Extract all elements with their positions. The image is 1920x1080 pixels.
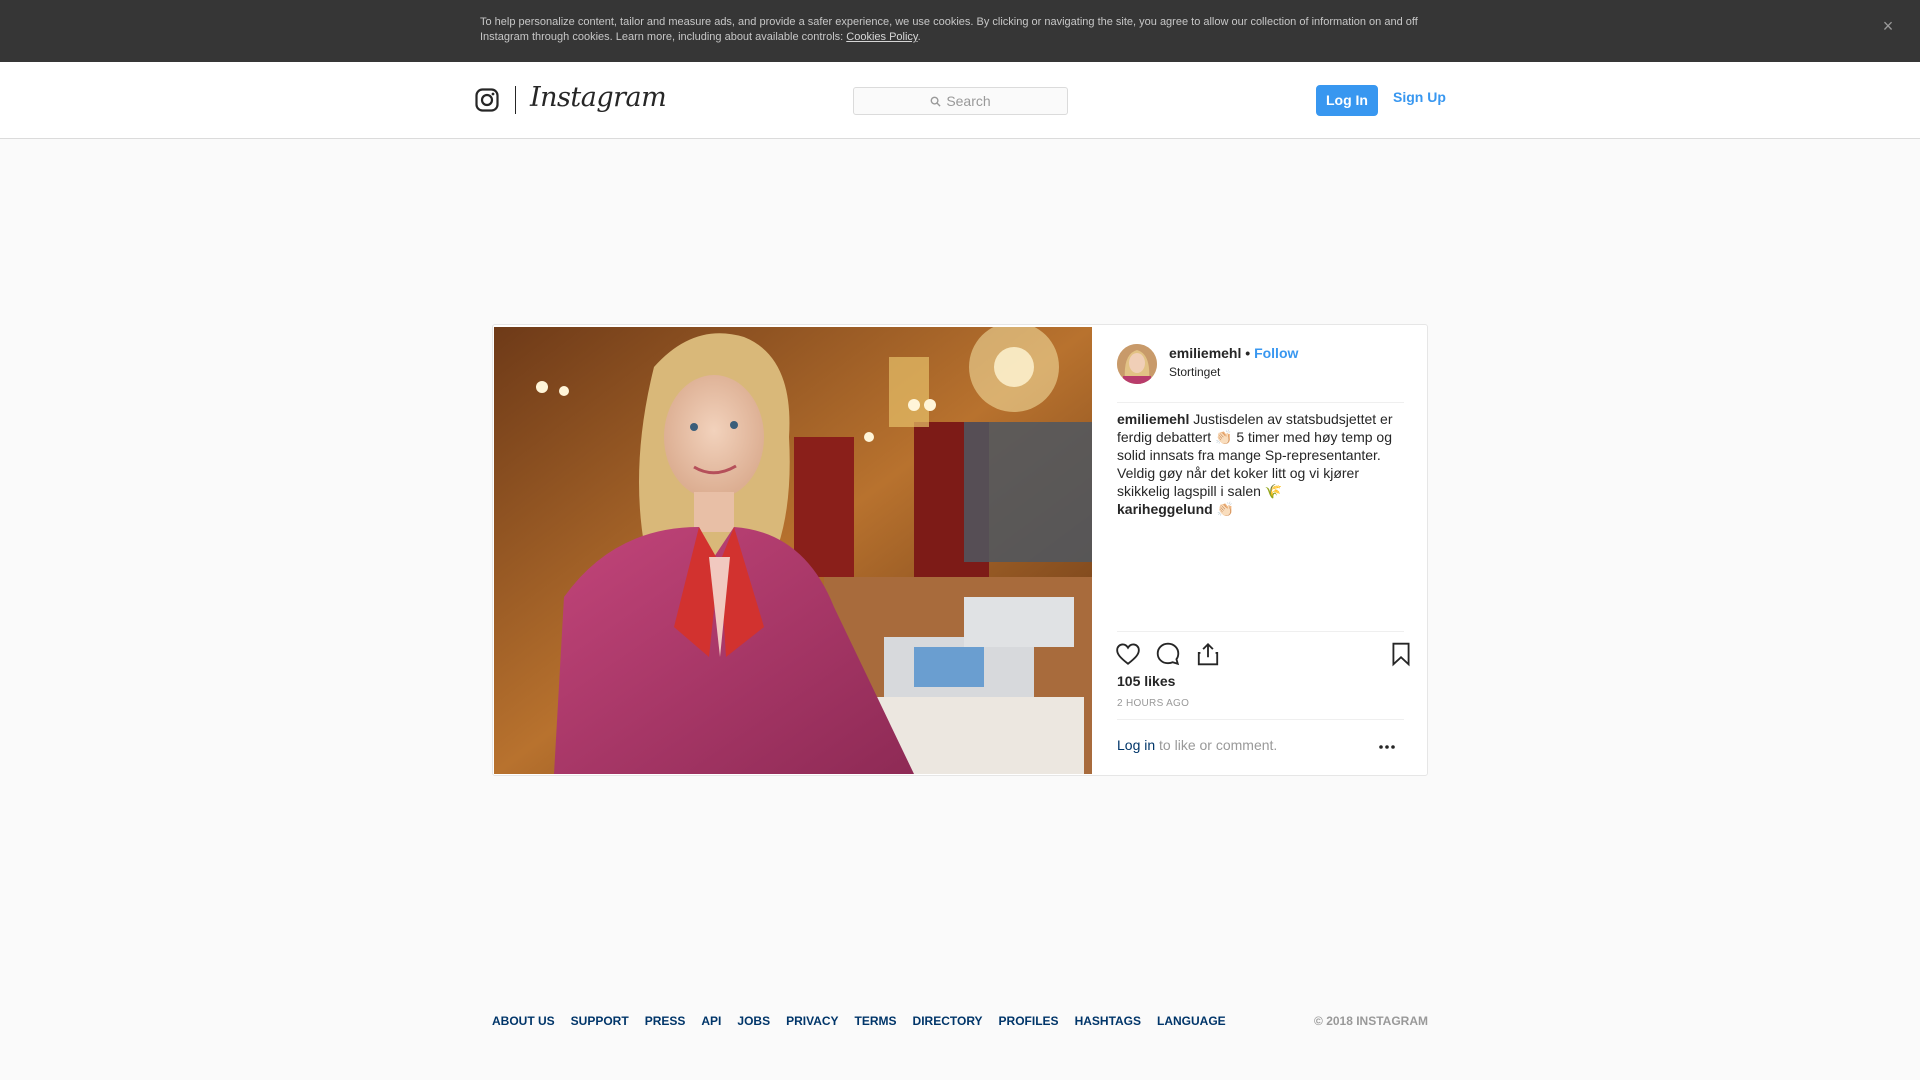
login-link[interactable]: Log in [1117,737,1155,753]
caption-username[interactable]: emiliemehl [1117,411,1189,427]
footer-nav: ABOUT US SUPPORT PRESS API JOBS PRIVACY … [492,1014,1428,1028]
cookie-banner: To help personalize content, tailor and … [0,0,1920,62]
footer: ABOUT US SUPPORT PRESS API JOBS PRIVACY … [492,1014,1428,1034]
post-photo[interactable] [494,327,1092,774]
post-username[interactable]: emiliemehl [1169,345,1241,361]
avatar[interactable] [1117,344,1157,384]
cookies-policy-link[interactable]: Cookies Policy [846,31,917,43]
instagram-wordmark[interactable]: Instagram [530,82,667,113]
divider [1117,631,1404,632]
footer-link-api[interactable]: API [701,1014,721,1028]
logo-divider [515,86,516,114]
search-input[interactable]: Search [853,87,1068,115]
separator-dot: • [1241,345,1255,361]
instagram-camera-icon[interactable] [475,88,499,112]
login-button[interactable]: Log In [1316,85,1378,116]
post-header: emiliemehl • Follow [1169,345,1298,361]
login-prompt-text: to like or comment. [1155,737,1278,753]
divider [1117,402,1404,403]
post-photo-art [494,327,1092,774]
footer-link-about-us[interactable]: ABOUT US [492,1014,555,1028]
footer-link-privacy[interactable]: PRIVACY [786,1014,838,1028]
share-icon[interactable] [1195,641,1221,667]
post-caption: emiliemehl Justisdelen av statsbudsjette… [1117,410,1407,518]
mention-line: kariheggelund 👏🏻 [1117,500,1407,518]
search-icon [930,96,941,107]
follow-button[interactable]: Follow [1254,345,1298,361]
footer-link-terms[interactable]: TERMS [855,1014,897,1028]
heart-icon[interactable] [1115,641,1141,667]
copyright: © 2018 INSTAGRAM [1314,1014,1428,1028]
cookie-trailing: . [917,31,921,43]
avatar-art [1117,344,1157,384]
post-card: emiliemehl • Follow Stortinget emiliemeh… [492,324,1428,776]
search-placeholder: Search [946,93,991,109]
mention-username[interactable]: kariheggelund [1117,501,1213,517]
cookie-message: To help personalize content, tailor and … [480,16,1418,43]
bookmark-icon[interactable] [1388,641,1414,667]
footer-link-language[interactable]: LANGUAGE [1157,1014,1226,1028]
footer-link-hashtags[interactable]: HASHTAGS [1075,1014,1141,1028]
top-navbar: Instagram Search Log In Sign Up [0,62,1920,139]
footer-link-profiles[interactable]: PROFILES [999,1014,1059,1028]
signup-link[interactable]: Sign Up [1393,89,1446,105]
footer-link-support[interactable]: SUPPORT [571,1014,629,1028]
post-sidebar: emiliemehl • Follow Stortinget emiliemeh… [1093,325,1428,775]
post-timestamp[interactable]: 2 HOURS AGO [1117,698,1189,709]
divider [1117,719,1404,720]
login-prompt: Log in to like or comment. [1117,737,1277,753]
comment-icon[interactable] [1155,641,1181,667]
close-icon[interactable]: × [1878,16,1898,36]
mention-emoji: 👏🏻 [1212,501,1235,517]
footer-link-directory[interactable]: DIRECTORY [913,1014,983,1028]
footer-link-jobs[interactable]: JOBS [737,1014,770,1028]
cookie-text: To help personalize content, tailor and … [480,15,1440,45]
likes-count[interactable]: 105 likes [1117,673,1175,689]
footer-link-press[interactable]: PRESS [645,1014,686,1028]
more-options-icon[interactable] [1376,740,1398,754]
post-location[interactable]: Stortinget [1169,365,1220,379]
